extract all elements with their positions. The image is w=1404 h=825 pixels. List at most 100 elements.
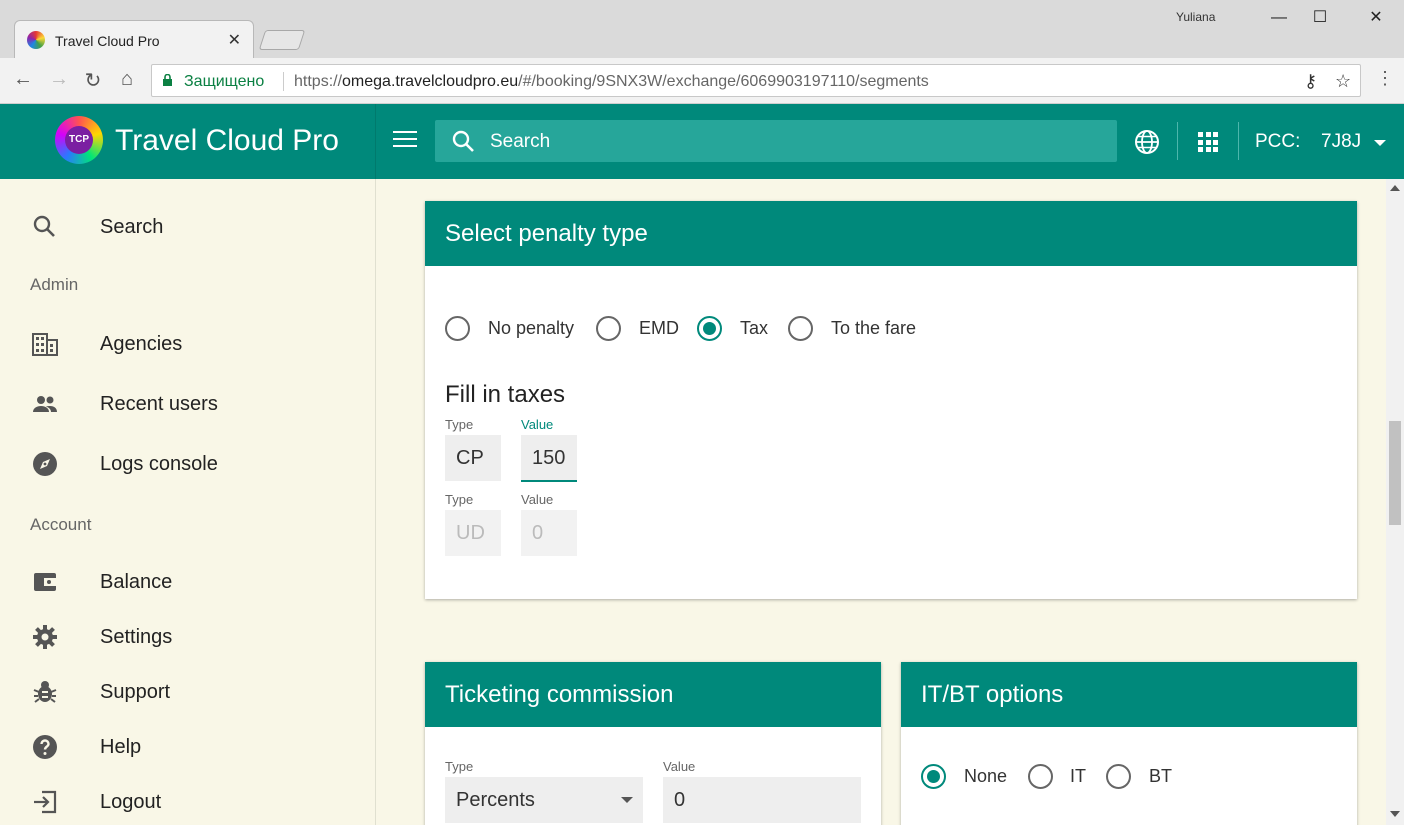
radio-label[interactable]: BT <box>1149 766 1172 787</box>
radio-none[interactable] <box>921 764 946 789</box>
radio-no-penalty[interactable] <box>445 316 470 341</box>
commission-type-label: Type <box>445 759 474 774</box>
hamburger-menu-icon[interactable] <box>393 131 417 149</box>
address-bar[interactable]: Защищено https://omega.travelcloudpro.eu… <box>151 64 1361 97</box>
tax-value-label: Value <box>521 492 554 507</box>
radio-bt[interactable] <box>1106 764 1131 789</box>
card-header: Ticketing commission <box>425 662 881 727</box>
sidebar-item-balance[interactable]: Balance <box>0 559 376 603</box>
url-host: omega.travelcloudpro.eu <box>342 73 519 90</box>
sidebar-item-recent-users[interactable]: Recent users <box>0 381 376 425</box>
address-separator <box>283 72 284 91</box>
page: Travel Cloud Pro ✕ Yuliana — ☐ ✕ ← → ↻ ⌂… <box>0 0 1404 825</box>
sidebar-item-label: Recent users <box>100 393 218 415</box>
radio-tax[interactable] <box>697 316 722 341</box>
logout-icon <box>34 790 57 814</box>
app-title[interactable]: Travel Cloud Pro <box>115 124 339 158</box>
sidebar-item-logout[interactable]: Logout <box>0 779 376 823</box>
commission-type-select[interactable]: Percents <box>445 777 643 823</box>
sidebar-item-label: Support <box>100 681 171 703</box>
scroll-up-icon[interactable] <box>1390 185 1400 191</box>
logo-area: TCP Travel Cloud Pro <box>0 104 376 179</box>
back-arrow-icon[interactable]: ← <box>10 68 36 91</box>
commission-type-value: Percents <box>456 789 535 811</box>
sidebar-item-label: Agencies <box>100 333 183 355</box>
new-tab-button[interactable] <box>258 30 306 50</box>
header-search-input[interactable]: Search <box>435 120 1117 162</box>
tax-type-label: Type <box>445 492 474 507</box>
chevron-down-icon[interactable] <box>1374 140 1386 146</box>
account-section-title: Account <box>30 515 92 534</box>
tab-title: Travel Cloud Pro <box>55 33 160 49</box>
radio-label[interactable]: To the fare <box>831 318 916 339</box>
radio-label[interactable]: Tax <box>740 318 768 339</box>
radio-label[interactable]: IT <box>1070 766 1086 787</box>
header-divider <box>1238 122 1239 160</box>
pcc-selector[interactable]: 7J8J <box>1321 131 1361 153</box>
compass-icon <box>33 452 57 476</box>
sidebar-item-label: Balance <box>100 571 173 593</box>
star-icon[interactable]: ☆ <box>1335 71 1351 92</box>
tax-type-field[interactable]: CP <box>445 435 501 481</box>
browser-menu-icon[interactable]: ⋮ <box>1372 68 1398 89</box>
sidebar-item-logs-console[interactable]: Logs console <box>0 441 376 485</box>
radio-label[interactable]: No penalty <box>488 318 574 339</box>
reload-icon[interactable]: ↻ <box>80 68 106 93</box>
main-scrollbar[interactable] <box>1386 179 1404 825</box>
help-icon <box>33 735 57 759</box>
browser-user-name[interactable]: Yuliana <box>1176 10 1215 24</box>
app-logo[interactable]: TCP <box>55 116 103 164</box>
sidebar-item-label: Logs console <box>100 453 218 475</box>
building-icon <box>32 333 58 356</box>
radio-label[interactable]: None <box>964 766 1007 787</box>
sidebar-item-agencies[interactable]: Agencies <box>0 321 376 365</box>
people-icon <box>33 396 57 412</box>
key-icon[interactable]: ⚷ <box>1304 71 1317 92</box>
sidebar-item-help[interactable]: Help <box>0 724 376 768</box>
lock-icon <box>163 74 172 86</box>
pcc-label: PCC: <box>1255 131 1301 152</box>
commission-value-input[interactable]: 0 <box>663 777 861 823</box>
wallet-icon <box>34 573 56 591</box>
radio-it[interactable] <box>1028 764 1053 789</box>
search-icon <box>33 215 55 237</box>
tax-value-input[interactable]: 150 <box>521 435 577 482</box>
sidebar-item-label: Logout <box>100 791 162 813</box>
maximize-button[interactable]: ☐ <box>1297 4 1343 32</box>
sidebar-item-label: Search <box>100 216 164 238</box>
scroll-down-icon[interactable] <box>1390 811 1400 817</box>
browser-toolbar: ← → ↻ ⌂ Защищено https://omega.travelclo… <box>0 58 1404 104</box>
card-header: IT/BT options <box>901 662 1357 727</box>
search-placeholder: Search <box>490 131 551 152</box>
logo-text: TCP <box>65 126 93 154</box>
card-title: Select penalty type <box>445 220 648 247</box>
sidebar-item-support[interactable]: Support <box>0 669 376 713</box>
secure-label: Защищено <box>184 73 265 90</box>
radio-emd[interactable] <box>596 316 621 341</box>
bug-icon <box>33 681 57 703</box>
itbt-options-card: IT/BT options None IT BT <box>901 662 1357 825</box>
globe-icon[interactable] <box>1134 129 1160 155</box>
home-icon[interactable]: ⌂ <box>114 68 140 91</box>
radio-to-the-fare[interactable] <box>788 316 813 341</box>
main-content: Select penalty type No penalty EMD Tax T… <box>376 179 1386 825</box>
minimize-button[interactable]: — <box>1256 4 1302 32</box>
close-window-button[interactable]: ✕ <box>1353 4 1399 32</box>
radio-label[interactable]: EMD <box>639 318 679 339</box>
chevron-down-icon <box>621 797 633 803</box>
forward-arrow-icon[interactable]: → <box>46 68 72 91</box>
card-title: IT/BT options <box>921 681 1064 708</box>
sidebar-item-search[interactable]: Search <box>0 204 376 248</box>
url-scheme: https:// <box>294 73 343 90</box>
tab-close-icon[interactable]: ✕ <box>228 30 241 50</box>
tax-type-label: Type <box>445 417 474 432</box>
apps-grid-icon[interactable] <box>1198 132 1218 152</box>
url-text[interactable]: https://omega.travelcloudpro.eu/#/bookin… <box>294 73 929 91</box>
card-title: Ticketing commission <box>445 681 674 708</box>
browser-tab[interactable]: Travel Cloud Pro ✕ <box>14 20 254 58</box>
tax-type-field: UD <box>445 510 501 556</box>
gear-icon <box>33 625 57 649</box>
scroll-thumb[interactable] <box>1389 421 1401 525</box>
favicon-icon <box>27 31 45 49</box>
sidebar-item-settings[interactable]: Settings <box>0 614 376 658</box>
